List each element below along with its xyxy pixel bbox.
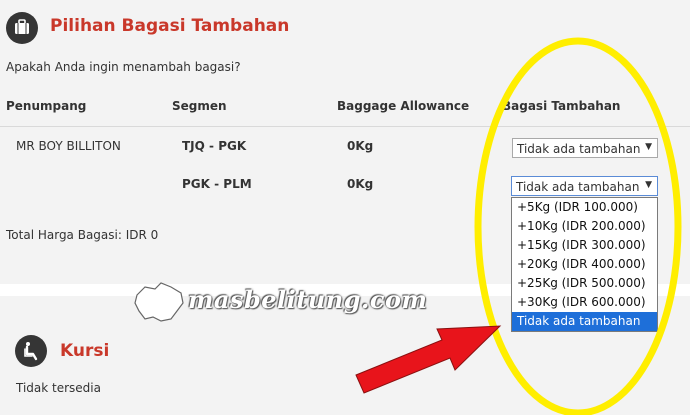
header-segment: Segmen — [172, 99, 227, 113]
briefcase-icon — [6, 12, 38, 44]
dropdown-arrow-icon: ▼ — [645, 180, 652, 190]
allowance-value: 0Kg — [347, 139, 374, 153]
dropdown-option[interactable]: +30Kg (IDR 600.000) — [512, 293, 657, 312]
dropdown-option[interactable]: +20Kg (IDR 400.000) — [512, 255, 657, 274]
allowance-value: 0Kg — [347, 177, 374, 191]
header-passenger: Penumpang — [6, 99, 87, 113]
segment-label: TJQ - PGK — [182, 139, 247, 153]
select-value: Tidak ada tambahan — [516, 180, 640, 194]
header-allowance: Baggage Allowance — [337, 99, 470, 113]
header-divider — [0, 126, 690, 127]
dropdown-option[interactable]: +5Kg (IDR 100.000) — [512, 198, 657, 217]
baggage-section-title: Pilihan Bagasi Tambahan — [50, 16, 290, 36]
dropdown-option[interactable]: +25Kg (IDR 500.000) — [512, 274, 657, 293]
extra-baggage-dropdown-list[interactable]: +5Kg (IDR 100.000) +10Kg (IDR 200.000) +… — [511, 197, 658, 332]
dropdown-arrow-icon: ▼ — [645, 142, 652, 152]
passenger-name: MR BOY BILLITON — [16, 139, 121, 153]
watermark-text: masbelitung.com — [188, 285, 428, 314]
header-extra-baggage: Bagasi Tambahan — [502, 99, 621, 113]
total-baggage-price: Total Harga Bagasi: IDR 0 — [6, 228, 159, 242]
extra-baggage-select-2[interactable]: Tidak ada tambahan ▼ — [511, 176, 658, 196]
dropdown-option-selected[interactable]: Tidak ada tambahan — [512, 312, 657, 331]
extra-baggage-select-1[interactable]: Tidak ada tambahan ▼ — [512, 138, 658, 158]
island-logo — [134, 282, 184, 322]
baggage-question: Apakah Anda ingin menambah bagasi? — [6, 60, 241, 74]
seat-section-title: Kursi — [60, 341, 110, 361]
seat-icon — [15, 335, 47, 367]
dropdown-option[interactable]: +10Kg (IDR 200.000) — [512, 217, 657, 236]
dropdown-option[interactable]: +15Kg (IDR 300.000) — [512, 236, 657, 255]
seat-status: Tidak tersedia — [16, 381, 101, 395]
segment-label: PGK - PLM — [182, 177, 252, 191]
select-value: Tidak ada tambahan — [517, 142, 641, 156]
